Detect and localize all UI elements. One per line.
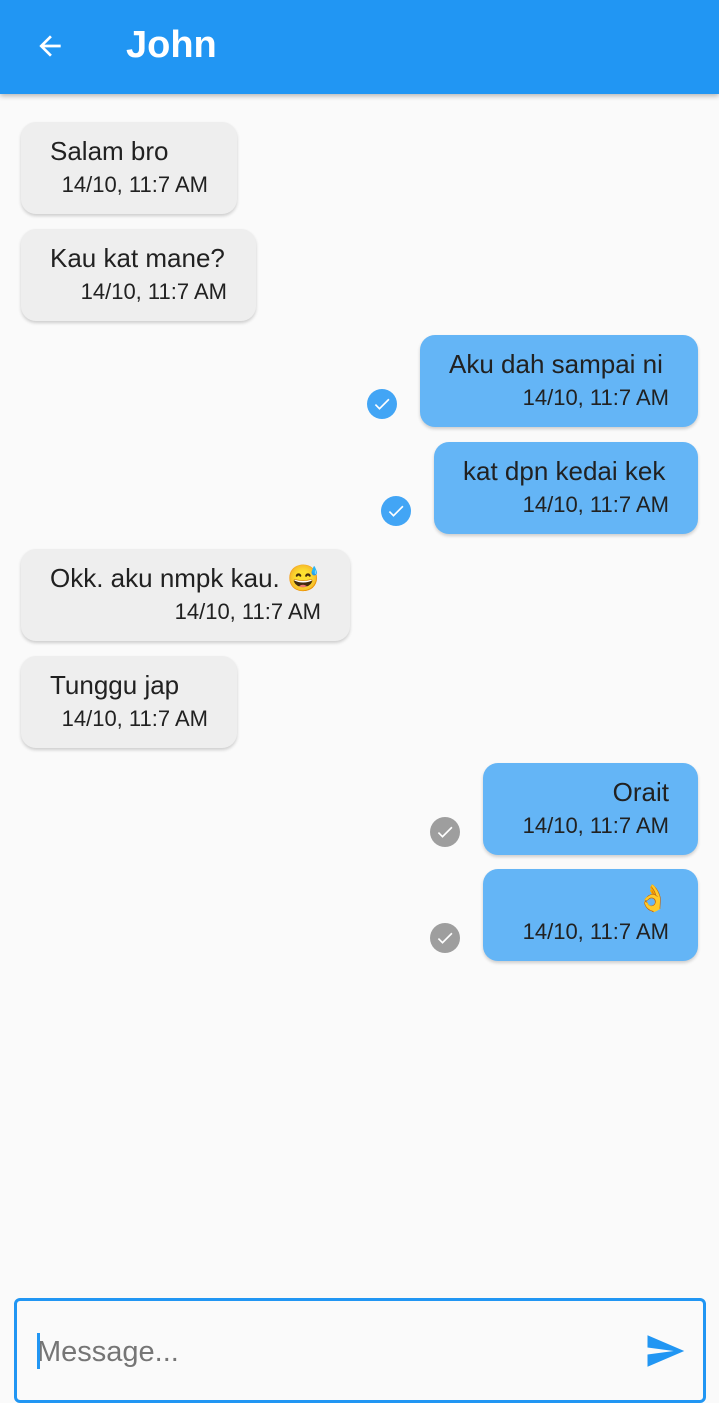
message-row: Salam bro 14/10, 11:7 AM	[0, 122, 719, 214]
message-composer	[14, 1298, 706, 1403]
back-button[interactable]	[22, 18, 78, 74]
message-text: Kau kat mane?	[50, 243, 225, 273]
arrow-back-icon	[39, 35, 61, 57]
outgoing-message-bubble[interactable]: kat dpn kedai kek 14/10, 11:7 AM	[434, 442, 698, 534]
message-time: 14/10, 11:7 AM	[522, 919, 669, 944]
chat-title: John	[126, 24, 217, 66]
message-text: Aku dah sampai ni	[449, 349, 663, 379]
text-cursor	[37, 1333, 40, 1369]
outgoing-message-bubble[interactable]: Orait 14/10, 11:7 AM	[483, 763, 698, 855]
sent-check-icon	[430, 923, 460, 953]
outgoing-message-bubble[interactable]: Aku dah sampai ni 14/10, 11:7 AM	[420, 335, 698, 427]
send-button[interactable]	[637, 1323, 693, 1379]
message-row: Aku dah sampai ni 14/10, 11:7 AM	[0, 335, 719, 427]
message-text: Salam bro	[50, 136, 169, 166]
message-row: kat dpn kedai kek 14/10, 11:7 AM	[0, 442, 719, 534]
message-time: 14/10, 11:7 AM	[522, 492, 669, 517]
message-time: 14/10, 11:7 AM	[61, 706, 208, 731]
message-text: kat dpn kedai kek	[463, 456, 666, 486]
incoming-message-bubble[interactable]: Salam bro 14/10, 11:7 AM	[21, 122, 237, 214]
sent-check-icon	[430, 817, 460, 847]
message-row: Okk. aku nmpk kau. 😅 14/10, 11:7 AM	[0, 549, 719, 641]
message-time: 14/10, 11:7 AM	[522, 813, 669, 838]
app-bar: John	[0, 0, 719, 94]
chat-screen: John Salam bro 14/10, 11:7 AM Kau kat ma…	[0, 0, 719, 1403]
read-check-icon	[367, 389, 397, 419]
incoming-message-bubble[interactable]: Kau kat mane? 14/10, 11:7 AM	[21, 229, 256, 321]
message-row: Tunggu jap 14/10, 11:7 AM	[0, 656, 719, 748]
incoming-message-bubble[interactable]: Okk. aku nmpk kau. 😅 14/10, 11:7 AM	[21, 549, 350, 641]
message-row: 👌 14/10, 11:7 AM	[0, 869, 719, 961]
outgoing-message-bubble[interactable]: 👌 14/10, 11:7 AM	[483, 869, 698, 961]
message-time: 14/10, 11:7 AM	[80, 279, 227, 304]
incoming-message-bubble[interactable]: Tunggu jap 14/10, 11:7 AM	[21, 656, 237, 748]
send-icon	[647, 1335, 685, 1367]
message-list[interactable]: Salam bro 14/10, 11:7 AM Kau kat mane? 1…	[0, 94, 719, 1284]
message-time: 14/10, 11:7 AM	[522, 385, 669, 410]
message-text: Okk. aku nmpk kau. 😅	[50, 563, 320, 593]
message-input[interactable]	[35, 1321, 619, 1383]
message-text: Orait	[612, 777, 669, 807]
message-time: 14/10, 11:7 AM	[174, 599, 321, 624]
message-time: 14/10, 11:7 AM	[61, 172, 208, 197]
message-row: Kau kat mane? 14/10, 11:7 AM	[0, 229, 719, 321]
message-row: Orait 14/10, 11:7 AM	[0, 763, 719, 855]
read-check-icon	[381, 496, 411, 526]
message-text: Tunggu jap	[50, 670, 180, 700]
message-text: 👌	[636, 883, 669, 913]
